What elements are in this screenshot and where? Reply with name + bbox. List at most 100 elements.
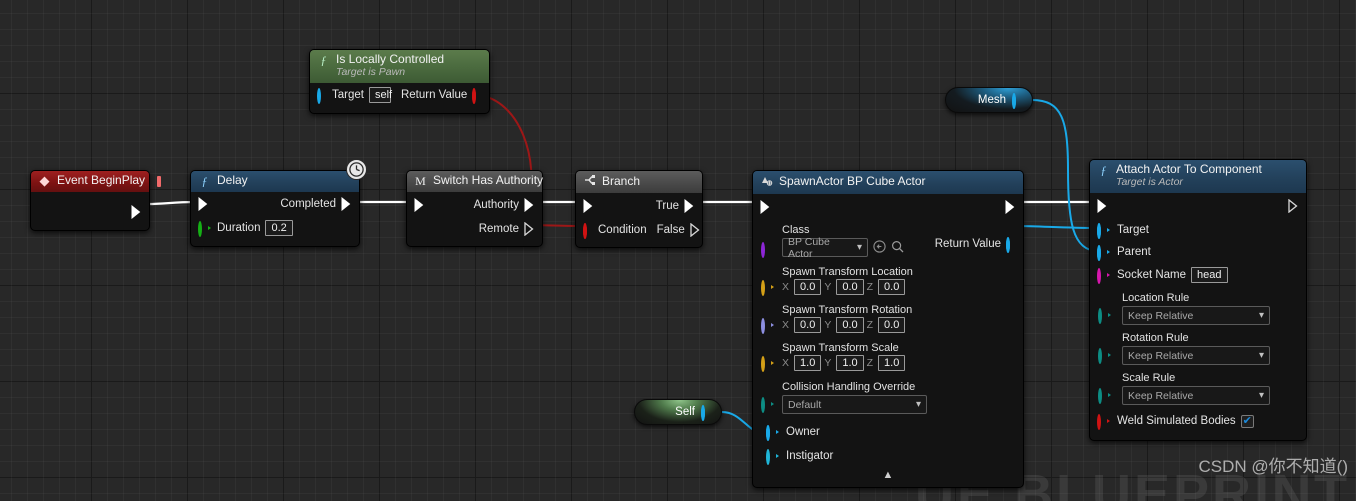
input-location-x[interactable]: 0.0 — [794, 279, 822, 295]
dropdown-class-value: BP Cube Actor — [788, 235, 830, 260]
input-scale-y[interactable]: 1.0 — [836, 355, 864, 371]
pin-duration[interactable] — [198, 221, 211, 237]
label-scale-rule: Scale Rule — [1122, 372, 1176, 385]
exec-pin-in[interactable] — [198, 197, 209, 211]
exec-pin-out-remote[interactable] — [524, 221, 535, 236]
input-scale-x[interactable]: 1.0 — [794, 355, 822, 371]
pin-socket-name[interactable] — [1097, 267, 1110, 284]
node-variable-self[interactable]: Self — [634, 399, 722, 425]
field-location-rule: Location Rule Keep Relative ▾ — [1090, 292, 1306, 326]
node-body: Authority Remote — [407, 192, 542, 246]
axis-label-x: X — [782, 281, 790, 293]
pin-rotation-rule[interactable] — [1098, 348, 1111, 365]
pin-collision-handling-override[interactable] — [761, 397, 774, 413]
dropdown-scale-rule[interactable]: Keep Relative ▾ — [1122, 386, 1270, 406]
browse-icon[interactable] — [873, 239, 886, 256]
node-attach-actor-to-component[interactable]: ƒ Attach Actor To Component Target is Ac… — [1089, 159, 1307, 442]
exec-pin-out-authority[interactable] — [524, 197, 535, 212]
input-location-z[interactable]: 0.0 — [878, 279, 906, 295]
field-spawn-rotation: Spawn Transform Rotation X 0.0 Y 0.0 Z 0… — [753, 304, 1023, 334]
pin-weld-simulated-bodies[interactable] — [1097, 414, 1110, 431]
field-collision-override: Collision Handling Override Default ▾ — [753, 381, 1023, 414]
input-location-y[interactable]: 0.0 — [836, 279, 864, 295]
pin-mesh-output[interactable] — [1012, 93, 1022, 109]
pin-location-rule[interactable] — [1098, 308, 1111, 325]
exec-out-label-remote: Remote — [478, 222, 519, 235]
pin-spawn-transform-scale[interactable] — [761, 356, 774, 372]
node-variable-mesh[interactable]: Mesh — [945, 87, 1033, 113]
node-header: ƒ Attach Actor To Component Target is Ac… — [1090, 160, 1306, 194]
pin-row-duration: Duration 0.2 — [191, 216, 359, 240]
exec-row-remote: Remote — [407, 217, 542, 240]
search-icon[interactable] — [891, 240, 904, 256]
exec-pin-in[interactable] — [583, 198, 594, 213]
input-scale-z[interactable]: 1.0 — [878, 355, 906, 371]
label-rotation-rule: Rotation Rule — [1122, 332, 1189, 345]
exec-pin-in[interactable] — [414, 197, 425, 212]
pin-row-owner: Owner — [753, 420, 1023, 444]
input-rotation-z[interactable]: 0.0 — [878, 317, 906, 333]
field-spawn-scale: Spawn Transform Scale X 1.0 Y 1.0 Z 1.0 — [753, 342, 1023, 372]
pin-spawn-transform-location[interactable] — [761, 280, 774, 296]
input-duration-value[interactable]: 0.2 — [265, 220, 293, 236]
exec-pin-in[interactable] — [760, 200, 771, 214]
field-rotation-rule: Rotation Rule Keep Relative ▾ — [1090, 332, 1306, 366]
exec-pin-out-false[interactable] — [690, 222, 701, 237]
wire-exec-beginplay-delay — [147, 200, 197, 206]
exec-pin-out[interactable] — [1005, 200, 1016, 214]
pin-row-target: Target self Return Value — [310, 83, 489, 107]
node-spawn-actor[interactable]: SpawnActor BP Cube Actor Class BP Cube A… — [752, 170, 1024, 488]
axis-label-y: Y — [824, 281, 832, 293]
pin-return-value[interactable] — [472, 88, 482, 105]
dropdown-rotation-rule-value: Keep Relative — [1128, 349, 1194, 362]
node-switch-has-authority[interactable]: M Switch Has Authority Authority Remote — [406, 170, 543, 247]
branch-icon — [583, 174, 596, 189]
chevron-up-icon[interactable]: ▲ — [753, 468, 1023, 481]
pin-target[interactable] — [317, 88, 327, 105]
field-scale-rule: Scale Rule Keep Relative ▾ — [1090, 372, 1306, 406]
vector-row-location: X 0.0 Y 0.0 Z 0.0 — [782, 279, 1016, 295]
pin-spawn-transform-rotation[interactable] — [761, 318, 774, 334]
blueprint-graph-canvas[interactable]: UE BLUEPRINT ƒ Is Locally Controlled Tar… — [0, 0, 1356, 501]
node-title: SpawnActor BP Cube Actor — [779, 174, 926, 189]
axis-label-z: Z — [866, 357, 874, 369]
exec-row — [753, 194, 1023, 220]
input-target-value[interactable]: self — [368, 87, 392, 104]
pin-label-owner: Owner — [786, 426, 820, 438]
pin-parent[interactable] — [1097, 245, 1110, 262]
input-socket-name-value[interactable]: head — [1191, 266, 1228, 283]
dropdown-collision-override[interactable]: Default ▾ — [782, 395, 927, 414]
exec-pin-out-true[interactable] — [684, 198, 695, 213]
node-is-locally-controlled[interactable]: ƒ Is Locally Controlled Target is Pawn T… — [309, 49, 490, 115]
input-rotation-x[interactable]: 0.0 — [794, 317, 822, 333]
pin-scale-rule[interactable] — [1098, 388, 1111, 405]
exec-out-label-false: False — [656, 223, 685, 236]
exec-pin-in[interactable] — [1097, 199, 1108, 214]
node-event-begin-play[interactable]: ◆ Event BeginPlay — [30, 170, 162, 231]
pin-self-output[interactable] — [701, 405, 711, 421]
pin-condition[interactable] — [583, 222, 593, 239]
label-spawn-rotation: Spawn Transform Rotation — [782, 304, 913, 316]
axis-label-z: Z — [866, 319, 874, 331]
pin-owner[interactable] — [766, 425, 779, 441]
pin-target[interactable] — [1097, 223, 1110, 240]
exec-pin-out-completed[interactable] — [341, 197, 352, 211]
function-icon: ƒ — [320, 53, 327, 67]
checkbox-weld-simulated-bodies[interactable]: ✔ — [1240, 414, 1254, 428]
label-spawn-scale: Spawn Transform Scale — [782, 342, 899, 354]
dropdown-rotation-rule[interactable]: Keep Relative ▾ — [1122, 346, 1270, 366]
exec-pin-out[interactable] — [131, 205, 142, 219]
node-delay[interactable]: ƒ Delay Completed Duration 0.2 — [190, 159, 367, 247]
pin-return-value[interactable] — [1006, 237, 1016, 253]
node-branch[interactable]: Branch True Condition False — [575, 170, 703, 248]
pin-label-target: Target — [332, 89, 364, 102]
input-rotation-y[interactable]: 0.0 — [836, 317, 864, 333]
node-body — [31, 192, 149, 230]
dropdown-location-rule[interactable]: Keep Relative ▾ — [1122, 306, 1270, 326]
pin-instigator[interactable] — [766, 449, 779, 465]
wire-object-return-target — [1011, 225, 1099, 229]
exec-pin-out[interactable] — [1288, 199, 1299, 214]
variable-label-self: Self — [675, 406, 695, 418]
pin-class[interactable] — [761, 242, 771, 258]
dropdown-class[interactable]: BP Cube Actor ▾ — [782, 235, 868, 260]
